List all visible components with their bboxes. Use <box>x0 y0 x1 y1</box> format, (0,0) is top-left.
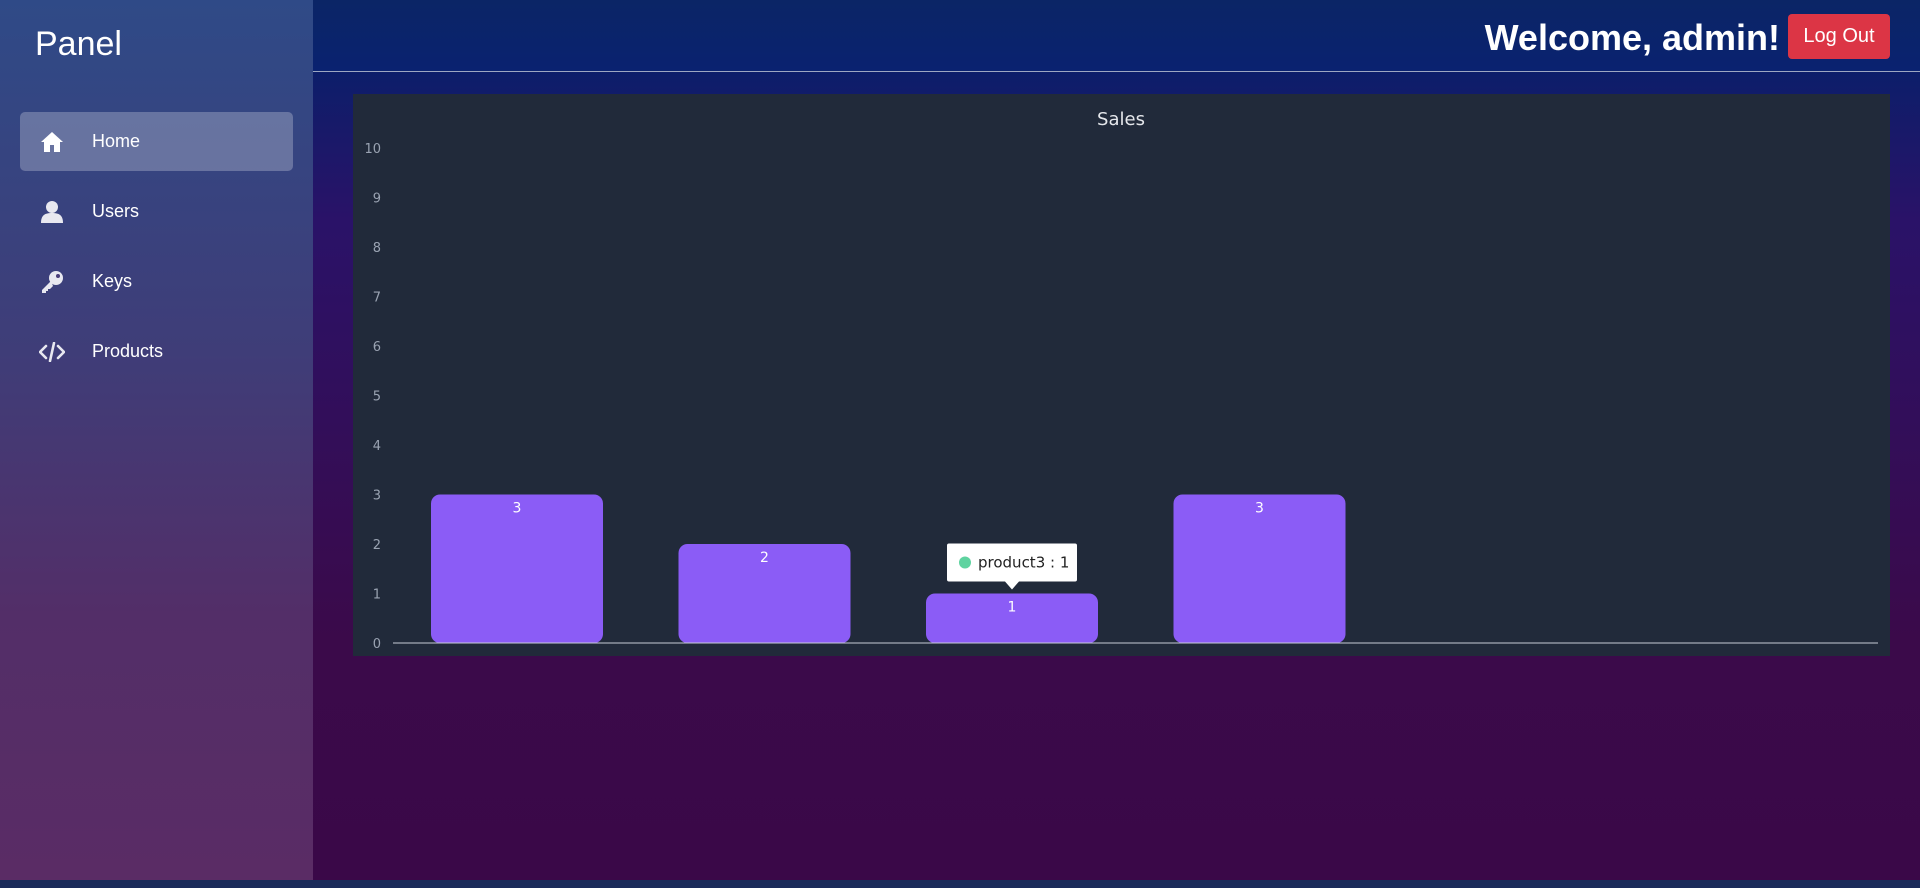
bar-value-label: 3 <box>1255 501 1264 517</box>
y-tick-label: 10 <box>364 142 381 157</box>
tooltip-legend-dot <box>959 556 971 569</box>
sidebar-item-users[interactable]: Users <box>20 182 293 241</box>
tooltip-text: product3 : 1 <box>978 554 1069 572</box>
sidebar: Panel Home Users Keys Products <box>0 0 313 880</box>
sidebar-item-keys[interactable]: Keys <box>20 252 293 311</box>
y-axis: 0 1 2 3 4 5 6 7 8 9 10 <box>364 142 381 652</box>
y-tick-label: 4 <box>373 439 381 454</box>
top-bar: Welcome, admin! Log Out <box>313 0 1920 72</box>
chart-title: Sales <box>1097 109 1145 130</box>
key-icon <box>38 268 66 296</box>
y-tick-label: 1 <box>373 588 381 603</box>
bar-value-label: 2 <box>760 550 769 566</box>
y-tick-label: 9 <box>373 192 381 207</box>
sidebar-nav: Home Users Keys Products <box>20 112 293 392</box>
welcome-message: Welcome, admin! <box>1484 17 1780 58</box>
sidebar-item-label: Users <box>92 201 140 221</box>
tooltip-arrow <box>1005 581 1019 590</box>
code-icon <box>38 338 66 366</box>
y-tick-label: 2 <box>373 538 381 553</box>
bar-product4[interactable] <box>1173 494 1346 644</box>
bar-value-label: 1 <box>1008 600 1017 616</box>
sidebar-item-home[interactable]: Home <box>20 112 293 171</box>
sales-chart: Sales 0 1 2 3 4 5 6 7 8 9 10 3 2 1 3 product3 : 1 <box>364 109 1878 652</box>
y-tick-label: 7 <box>373 291 381 306</box>
bar-value-label: 3 <box>513 501 522 517</box>
y-tick-label: 0 <box>373 637 381 652</box>
bottom-strip <box>0 880 1920 888</box>
brand-title: Panel <box>35 25 122 63</box>
chart-tooltip: product3 : 1 <box>947 543 1077 590</box>
sidebar-item-label: Keys <box>92 271 133 291</box>
y-tick-label: 5 <box>373 390 381 405</box>
sidebar-item-label: Products <box>92 341 164 361</box>
sidebar-item-label: Home <box>92 131 141 151</box>
y-tick-label: 3 <box>373 489 381 504</box>
sidebar-item-products[interactable]: Products <box>20 322 293 381</box>
user-icon <box>38 198 66 226</box>
bars-group: 3 2 1 3 <box>431 494 1346 644</box>
home-icon <box>38 128 66 156</box>
sales-chart-card: Sales 0 1 2 3 4 5 6 7 8 9 10 3 2 1 3 product3 : 1 <box>353 94 1890 656</box>
y-tick-label: 6 <box>373 340 381 355</box>
bar-product1[interactable] <box>431 494 603 644</box>
logout-button[interactable]: Log Out <box>1788 14 1890 59</box>
y-tick-label: 8 <box>373 241 381 256</box>
